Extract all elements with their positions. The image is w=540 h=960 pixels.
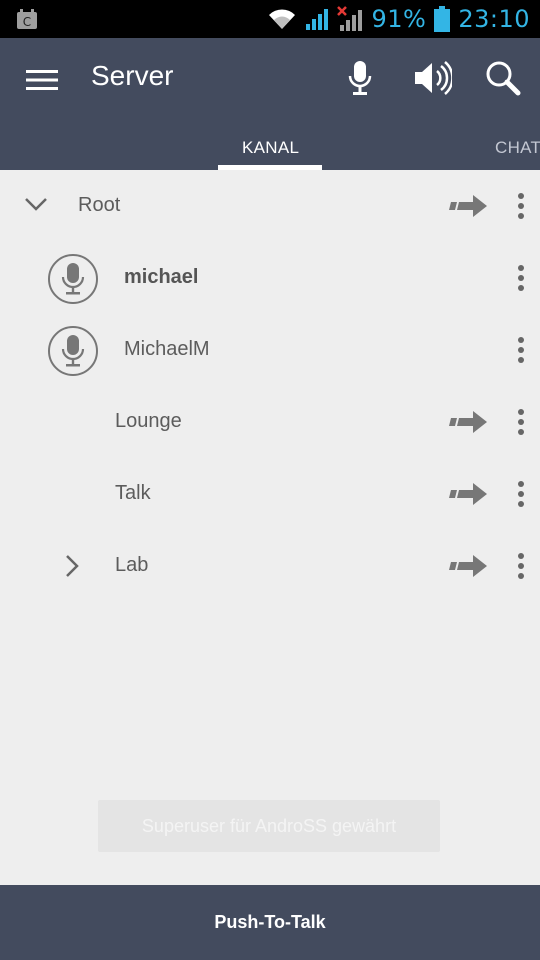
svg-text:C: C	[23, 15, 31, 29]
push-to-talk-button[interactable]: Push-To-Talk	[0, 885, 540, 960]
user-row-michael[interactable]: michael	[0, 242, 540, 314]
app-bar: Server	[0, 38, 540, 122]
channel-label: Lounge	[115, 410, 182, 432]
microphone-icon	[347, 60, 373, 100]
tab-bar: KANAL CHAT	[0, 122, 540, 170]
channel-label: Talk	[115, 482, 151, 504]
user-label: michael	[124, 266, 199, 288]
battery-icon	[434, 6, 451, 32]
join-channel-icon[interactable]	[449, 552, 489, 580]
user-talk-state-icon	[48, 326, 98, 376]
chevron-down-icon[interactable]	[24, 196, 48, 216]
tab-kanal[interactable]: KANAL	[242, 138, 299, 158]
search-icon	[485, 60, 521, 100]
channel-row-lounge[interactable]: Lounge	[0, 386, 540, 458]
clock: 23:10	[458, 5, 530, 33]
battery-percent: 91%	[371, 5, 427, 33]
join-channel-icon[interactable]	[449, 480, 489, 508]
signal-no-service-icon	[337, 6, 363, 32]
overflow-menu-icon[interactable]	[514, 552, 528, 580]
join-channel-icon[interactable]	[449, 408, 489, 436]
toast-message: Superuser für AndroSS gewährt	[98, 800, 440, 852]
speaker-icon	[412, 59, 454, 101]
chevron-right-icon[interactable]	[64, 554, 80, 582]
user-talk-state-icon	[48, 254, 98, 304]
user-row-michaelm[interactable]: MichaelM	[0, 314, 540, 386]
page-title: Server	[91, 60, 174, 91]
speaker-button[interactable]	[410, 58, 454, 102]
user-label: MichaelM	[124, 338, 210, 360]
search-button[interactable]	[481, 58, 525, 102]
app-notification-icon: C	[16, 8, 38, 30]
tab-chat[interactable]: CHAT	[495, 138, 540, 158]
status-bar: C 91% 23:10	[0, 0, 540, 38]
wifi-icon	[267, 7, 297, 31]
channel-row-lab[interactable]: Lab	[0, 530, 540, 602]
channel-label: Lab	[115, 554, 149, 576]
overflow-menu-icon[interactable]	[514, 192, 528, 220]
overflow-menu-icon[interactable]	[514, 480, 528, 508]
channel-label: Root	[78, 194, 121, 216]
channel-row-talk[interactable]: Talk	[0, 458, 540, 530]
overflow-menu-icon[interactable]	[514, 408, 528, 436]
overflow-menu-icon[interactable]	[514, 336, 528, 364]
microphone-button[interactable]	[338, 58, 382, 102]
menu-icon[interactable]	[26, 68, 58, 92]
signal-icon	[305, 7, 329, 31]
overflow-menu-icon[interactable]	[514, 264, 528, 292]
channel-row-root[interactable]: Root	[0, 170, 540, 242]
join-channel-icon[interactable]	[449, 192, 489, 220]
